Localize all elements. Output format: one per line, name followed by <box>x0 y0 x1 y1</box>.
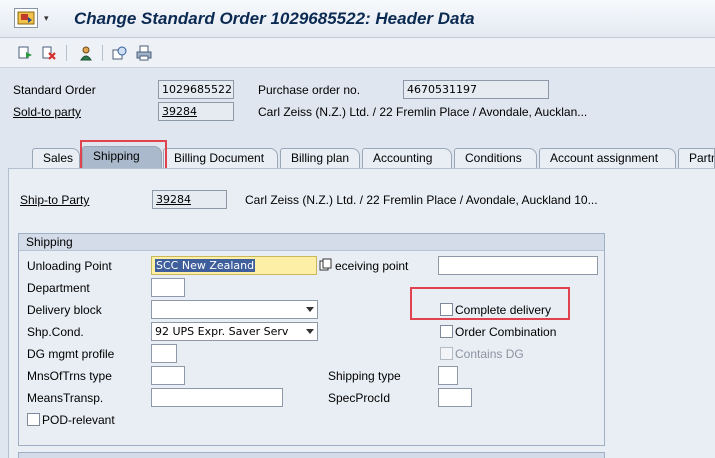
application-toolbar <box>0 38 715 68</box>
chevron-down-icon <box>306 329 314 334</box>
shipping-group-title: Shipping <box>19 234 604 251</box>
receiving-point-label: eceiving point <box>335 259 409 273</box>
shipping-type-field[interactable] <box>438 366 458 385</box>
user-icon[interactable] <box>77 44 95 62</box>
tab-shipping[interactable]: Shipping <box>82 146 162 168</box>
ship-to-party-value: 39284 <box>156 193 191 206</box>
copy-icon[interactable] <box>319 258 332 271</box>
delivery-block-label: Delivery block <box>27 303 102 317</box>
shipping-conditions-value: 92 UPS Expr. Saver Serv <box>155 325 289 338</box>
dg-mgmt-profile-label: DG mgmt profile <box>27 347 115 361</box>
ship-to-party-field[interactable]: 39284 <box>152 190 227 209</box>
means-of-transport-label: MeansTransp. <box>27 391 104 405</box>
complete-delivery-checkbox[interactable] <box>440 303 453 316</box>
po-number-label: Purchase order no. <box>258 83 361 97</box>
delivery-block-select[interactable] <box>151 300 318 319</box>
contains-dg-checkbox <box>440 347 453 360</box>
tab-billing-plan[interactable]: Billing plan <box>280 148 360 168</box>
order-combination-checkbox[interactable] <box>440 325 453 338</box>
sold-to-party-description: Carl Zeiss (N.Z.) Ltd. / 22 Fremlin Plac… <box>258 105 588 119</box>
ship-to-party-label[interactable]: Ship-to Party <box>20 193 89 207</box>
dg-mgmt-profile-field[interactable] <box>151 344 177 363</box>
tab-conditions[interactable]: Conditions <box>454 148 537 168</box>
unloading-point-value: SCC New Zealand <box>155 259 256 272</box>
sold-to-party-field[interactable]: 39284 <box>158 102 234 121</box>
means-of-transport-field[interactable] <box>151 388 283 407</box>
print-icon[interactable] <box>135 44 153 62</box>
display-other-document-icon[interactable] <box>16 44 34 62</box>
department-field[interactable] <box>151 278 185 297</box>
tab-sales[interactable]: Sales <box>32 148 80 168</box>
receiving-point-field[interactable] <box>438 256 598 275</box>
view-icon[interactable] <box>111 44 129 62</box>
chevron-down-icon <box>306 307 314 312</box>
cancel-icon[interactable] <box>40 44 58 62</box>
pod-relevant-label: POD-relevant <box>42 413 115 427</box>
tab-strip: Sales Shipping Billing Document Billing … <box>0 145 715 168</box>
shipping-type-label: Shipping type <box>328 369 401 383</box>
contains-dg-label: Contains DG <box>455 347 524 361</box>
standard-order-field[interactable]: 1029685522 <box>158 80 234 99</box>
unloading-point-label: Unloading Point <box>27 259 112 273</box>
sold-to-party-label[interactable]: Sold-to party <box>13 105 81 119</box>
next-group-header <box>18 452 605 458</box>
shipping-conditions-select[interactable]: 92 UPS Expr. Saver Serv <box>151 322 318 341</box>
tab-accounting[interactable]: Accounting <box>362 148 452 168</box>
page-title: Change Standard Order 1029685522: Header… <box>74 9 475 28</box>
order-combination-label: Order Combination <box>455 325 557 339</box>
sold-to-party-value: 39284 <box>162 105 197 118</box>
department-label: Department <box>27 281 90 295</box>
shipping-conditions-label: Shp.Cond. <box>27 325 84 339</box>
tab-account-assignment[interactable]: Account assignment <box>539 148 676 168</box>
title-bar: ▾ Change Standard Order 1029685522: Head… <box>0 0 715 38</box>
pod-relevant-checkbox[interactable] <box>27 413 40 426</box>
tab-partners[interactable]: Partn <box>678 148 715 168</box>
special-processing-id-field[interactable] <box>438 388 472 407</box>
menu-icon[interactable] <box>14 8 38 28</box>
ship-to-party-description: Carl Zeiss (N.Z.) Ltd. / 22 Fremlin Plac… <box>245 193 598 207</box>
menu-dropdown-icon[interactable]: ▾ <box>44 11 54 25</box>
complete-delivery-label: Complete delivery <box>455 303 552 317</box>
means-of-transport-type-field[interactable] <box>151 366 185 385</box>
po-number-field[interactable]: 4670531197 <box>403 80 549 99</box>
means-of-transport-type-label: MnsOfTrns type <box>27 369 112 383</box>
tab-billing-document[interactable]: Billing Document <box>163 148 278 168</box>
special-processing-id-label: SpecProcId <box>328 391 391 405</box>
unloading-point-field[interactable]: SCC New Zealand <box>151 256 317 275</box>
standard-order-label: Standard Order <box>13 83 96 97</box>
